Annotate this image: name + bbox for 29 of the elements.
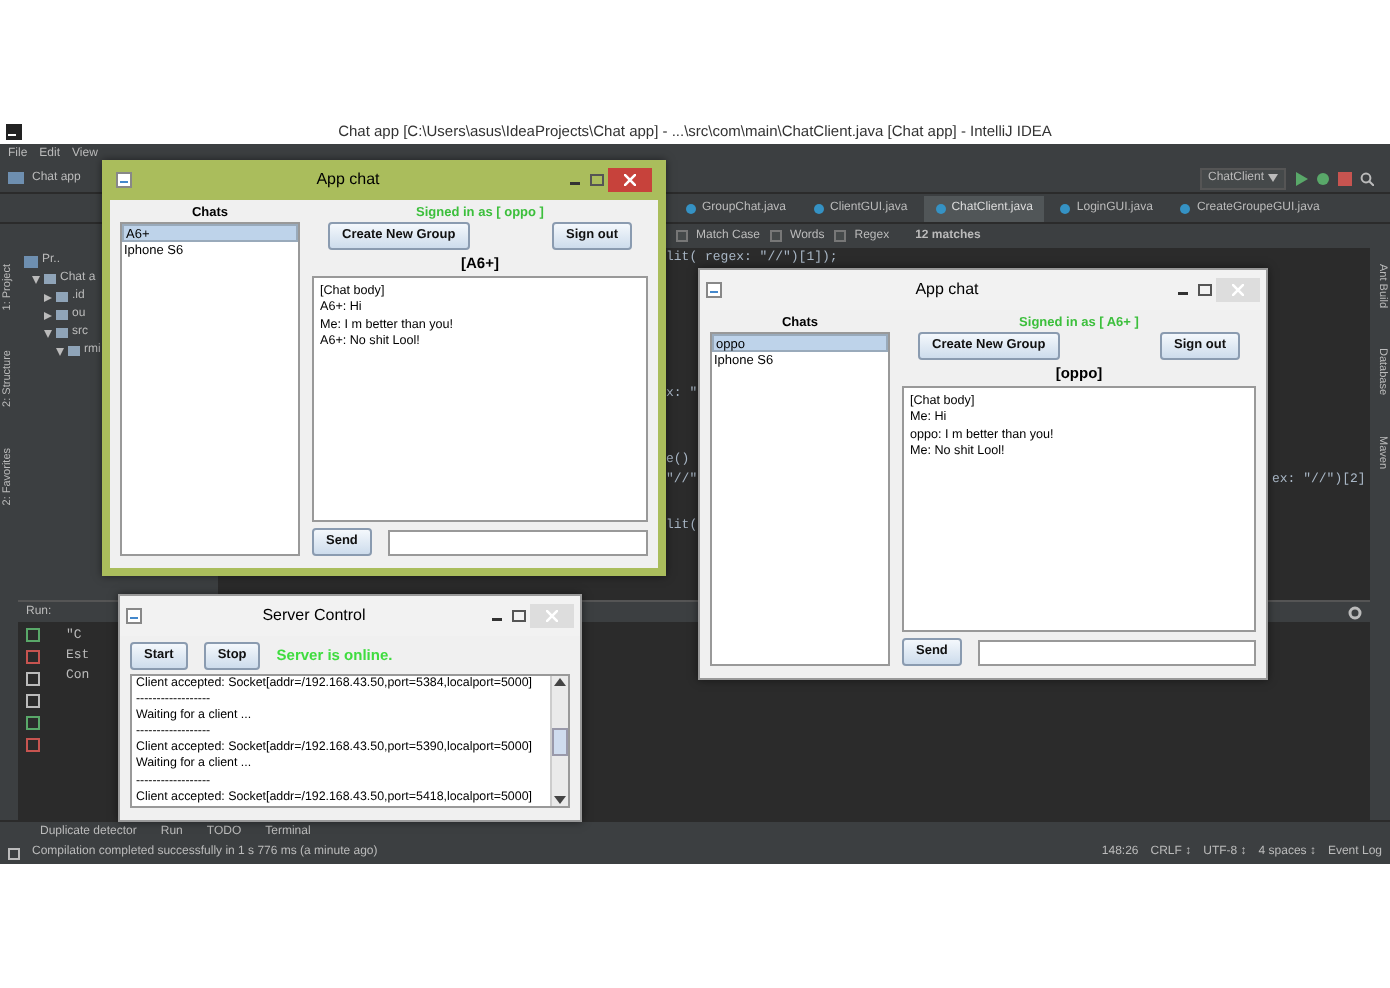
close-icon — [624, 174, 636, 186]
search-icon[interactable] — [1360, 171, 1374, 185]
settings-icon[interactable] — [1348, 605, 1362, 619]
window-title: App chat — [913, 278, 981, 302]
folder-icon — [8, 172, 24, 184]
message-input[interactable] — [977, 639, 1256, 665]
window-title: Server Control — [260, 604, 368, 628]
close-icon — [546, 610, 558, 622]
class-icon — [1180, 204, 1191, 214]
window-title: App chat — [314, 168, 382, 192]
class-icon — [686, 204, 696, 214]
scrollbar-thumb[interactable] — [552, 727, 568, 755]
class-icon — [935, 204, 946, 214]
scroll-down-icon[interactable] — [552, 794, 568, 806]
class-icon — [814, 204, 825, 214]
caret-icon — [1268, 174, 1278, 182]
maximize-icon[interactable] — [508, 607, 530, 625]
debug-icon[interactable] — [1316, 171, 1330, 185]
class-icon — [1060, 204, 1071, 214]
status-icon — [8, 847, 20, 859]
scroll-up-icon[interactable] — [552, 676, 568, 688]
panel-icon — [24, 255, 38, 267]
close-icon — [1232, 284, 1244, 296]
maximize-icon[interactable] — [586, 171, 608, 189]
scrollbar[interactable] — [550, 676, 568, 806]
run-icon[interactable] — [1294, 171, 1308, 185]
maximize-icon[interactable] — [1194, 281, 1216, 299]
message-input[interactable] — [387, 529, 648, 555]
close-button[interactable] — [608, 168, 652, 192]
